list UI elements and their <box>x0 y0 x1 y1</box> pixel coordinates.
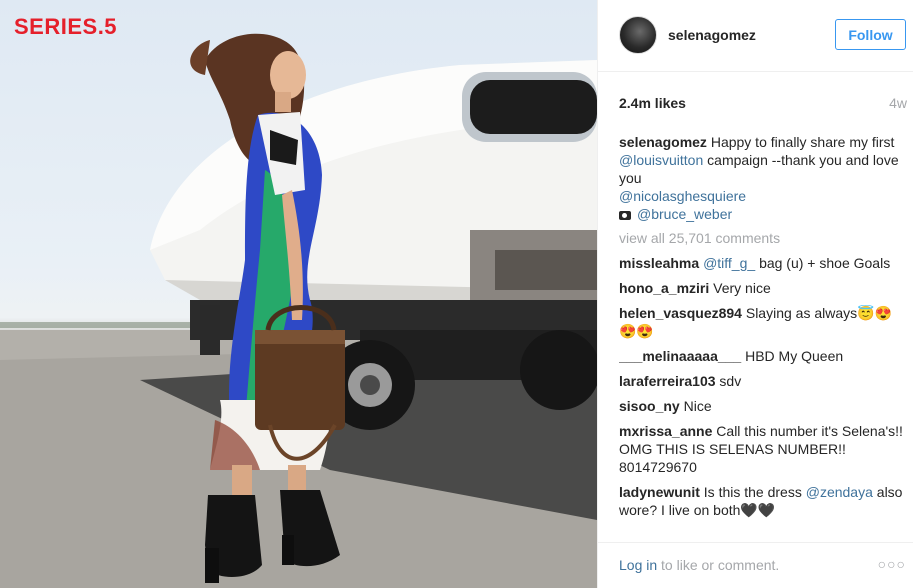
photo-illustration <box>0 33 597 588</box>
likes-count[interactable]: 2.4m likes <box>619 95 686 111</box>
follow-button[interactable]: Follow <box>835 19 906 50</box>
comment-username[interactable]: mxrissa_anne <box>619 423 712 439</box>
post-side-panel: selenagomez Follow 2.4m likes 4w selenag… <box>597 0 913 588</box>
login-link[interactable]: Log in <box>619 557 657 573</box>
caption-mention[interactable]: @bruce_weber <box>637 206 732 222</box>
comment-item: helen_vasquez894 Slaying as always😇😍😍😍 <box>619 304 909 340</box>
comment-item: laraferreira103 sdv <box>619 372 909 390</box>
comment-username[interactable]: missleahma <box>619 255 699 271</box>
caption-mention[interactable]: @louisvuitton <box>619 152 703 168</box>
post-header: selenagomez Follow <box>598 0 913 72</box>
post-caption: selenagomez Happy to finally share my fi… <box>619 133 909 223</box>
comment-item: mxrissa_anne Call this number it's Selen… <box>619 422 909 476</box>
comment-username[interactable]: ladynewunit <box>619 484 700 500</box>
avatar[interactable] <box>619 16 657 54</box>
post-age[interactable]: 4w <box>889 95 907 111</box>
comment-item: missleahma @tiff_g_ bag (u) + shoe Goals <box>619 254 909 272</box>
comment-list: selenagomez Happy to finally share my fi… <box>619 133 909 533</box>
comment-text: bag (u) + shoe Goals <box>759 255 891 271</box>
comment-username[interactable]: helen_vasquez894 <box>619 305 742 321</box>
post-footer: Log in to like or comment. ○○○ <box>598 542 913 588</box>
view-all-comments-link[interactable]: view all 25,701 comments <box>619 229 909 247</box>
series-logo: SERIES.5 <box>14 14 118 39</box>
comment-item: hono_a_mziri Very nice <box>619 279 909 297</box>
caption-text: Happy to finally share my first <box>710 134 895 150</box>
caption-mention[interactable]: @nicolasghesquiere <box>619 188 746 204</box>
comment-text: sdv <box>719 373 742 389</box>
camera-icon <box>619 211 631 220</box>
post-stats: 2.4m likes 4w <box>619 95 907 113</box>
comment-item: ___melinaaaaa___ HBD My Queen <box>619 347 909 365</box>
comment-username[interactable]: sisoo_ny <box>619 398 680 414</box>
post-username[interactable]: selenagomez <box>668 27 756 43</box>
comment-text: Is this the dress <box>703 484 802 500</box>
comment-text: Nice <box>683 398 712 414</box>
caption-username[interactable]: selenagomez <box>619 134 707 150</box>
comment-username[interactable]: laraferreira103 <box>619 373 716 389</box>
comment-text: Very nice <box>713 280 771 296</box>
login-prompt: Log in to like or comment. <box>619 557 779 573</box>
comment-item: ladynewunit Is this the dress @zendaya a… <box>619 483 909 519</box>
comment-mention[interactable]: @tiff_g_ <box>703 255 755 271</box>
comment-username[interactable]: ___melinaaaaa___ <box>619 348 741 364</box>
comment-text: HBD My Queen <box>745 348 844 364</box>
comment-username[interactable]: hono_a_mziri <box>619 280 709 296</box>
comment-mention[interactable]: @zendaya <box>806 484 873 500</box>
login-prompt-text: to like or comment. <box>661 557 780 573</box>
more-options-icon[interactable]: ○○○ <box>878 556 906 572</box>
comment-item: sisoo_ny Nice <box>619 397 909 415</box>
post-photo[interactable]: SERIES.5 <box>0 0 597 588</box>
